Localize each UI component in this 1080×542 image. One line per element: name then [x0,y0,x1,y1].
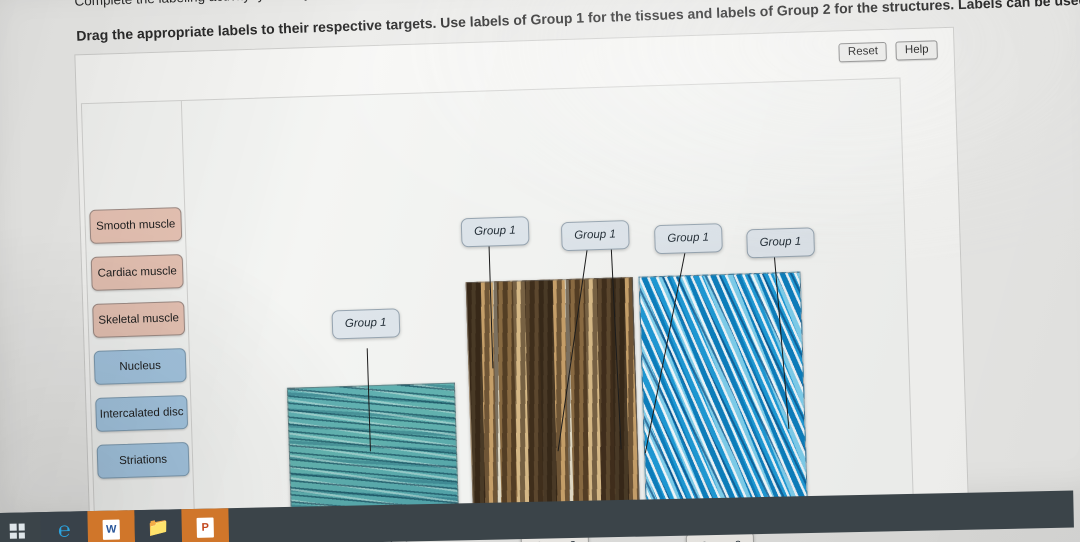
word-glyph: W [102,518,120,540]
label-bank: Smooth muscle Cardiac muscle Skeletal mu… [81,101,196,534]
help-button[interactable]: Help [895,40,938,61]
photographed-screen: Complete the labeling activityby identif… [0,0,1080,542]
labeling-activity-card: Smooth muscle Cardiac muscle Skeletal mu… [80,77,914,542]
drop-target-group1-c[interactable]: Group 1 [653,223,723,255]
powerpoint-icon[interactable]: P [181,508,230,542]
striated-blue-micrograph [638,271,809,517]
ppt-glyph: P [196,517,214,538]
label-chip-nucleus[interactable]: Nucleus [93,348,187,385]
drop-target-group1-b[interactable]: Group 1 [560,220,630,252]
word-icon[interactable]: W [87,510,136,542]
label-chip-cardiac-muscle[interactable]: Cardiac muscle [90,254,184,291]
drop-target-group1-left[interactable]: Group 1 [331,308,400,340]
drop-target-group1-a[interactable]: Group 1 [460,216,530,248]
ie-glyph: ℮ [57,518,71,542]
drop-target-group1-d[interactable]: Group 1 [746,227,815,259]
windows-start-icon[interactable] [0,512,42,542]
label-chip-smooth-muscle[interactable]: Smooth muscle [89,207,183,244]
reset-button[interactable]: Reset [838,41,888,63]
instruction-line-1: Complete the labeling activityby identif… [74,0,548,9]
file-explorer-icon[interactable]: 📁 [134,509,183,542]
label-bank-list: Smooth muscle Cardiac muscle Skeletal mu… [89,207,190,479]
screen-surface: Complete the labeling activityby identif… [0,0,1080,542]
activity-panel: Reset Help Smooth muscle Cardiac muscle … [74,26,969,542]
label-chip-striations[interactable]: Striations [96,441,190,479]
internet-explorer-icon[interactable]: ℮ [40,511,89,542]
folder-glyph: 📁 [146,517,170,538]
label-chip-skeletal-muscle[interactable]: Skeletal muscle [92,301,186,338]
label-chip-intercalated-disc[interactable]: Intercalated disc [95,395,189,432]
activity-toolbar: Reset Help [838,40,938,63]
